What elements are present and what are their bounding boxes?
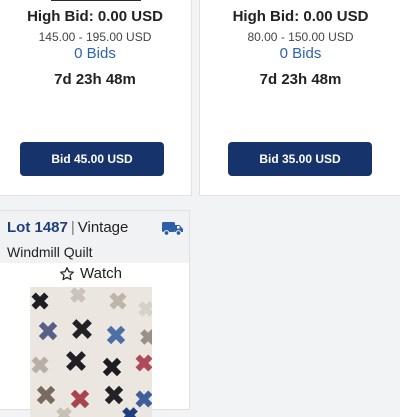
image-bottom-edge <box>51 0 141 1</box>
time-remaining: 7d 23h 48m <box>259 71 342 88</box>
lot-card-1487: Lot 1487 | Vintage Windmill Quilt Watch <box>0 210 190 417</box>
lot-number[interactable]: Lot 1487 <box>7 219 68 236</box>
lot-name-line2[interactable]: Windmill Quilt <box>7 244 93 260</box>
lot-name-line1[interactable]: Vintage <box>78 219 129 236</box>
bid-button[interactable]: Bid 45.00 USD <box>20 142 164 176</box>
watch-button[interactable]: Watch <box>59 265 122 282</box>
bids-link[interactable]: 0 Bids <box>200 45 400 62</box>
lot-header: Lot 1487 | Vintage Windmill Quilt <box>0 211 189 263</box>
watch-label: Watch <box>80 265 122 282</box>
bid-button[interactable]: Bid 35.00 USD <box>228 142 372 176</box>
title-separator: | <box>70 219 75 236</box>
estimate-range: 145.00 - 195.00 USD <box>38 30 152 44</box>
star-outline-icon <box>60 266 74 280</box>
lot-card-right: High Bid: 0.00 USD 80.00 - 150.00 USD 0 … <box>199 0 400 196</box>
time-remaining: 7d 23h 48m <box>54 71 136 88</box>
high-bid-text: High Bid: 0.00 USD <box>27 8 163 25</box>
bids-link[interactable]: 0 Bids <box>0 45 191 62</box>
truck-icon <box>162 222 183 236</box>
lot-card-left: High Bid: 0.00 USD 145.00 - 195.00 USD 0… <box>0 0 192 196</box>
estimate-range: 80.00 - 150.00 USD <box>247 30 354 44</box>
quilt-photo[interactable] <box>30 287 152 417</box>
high-bid-text: High Bid: 0.00 USD <box>232 8 369 25</box>
lot-title[interactable]: Lot 1487 | Vintage <box>7 219 128 236</box>
